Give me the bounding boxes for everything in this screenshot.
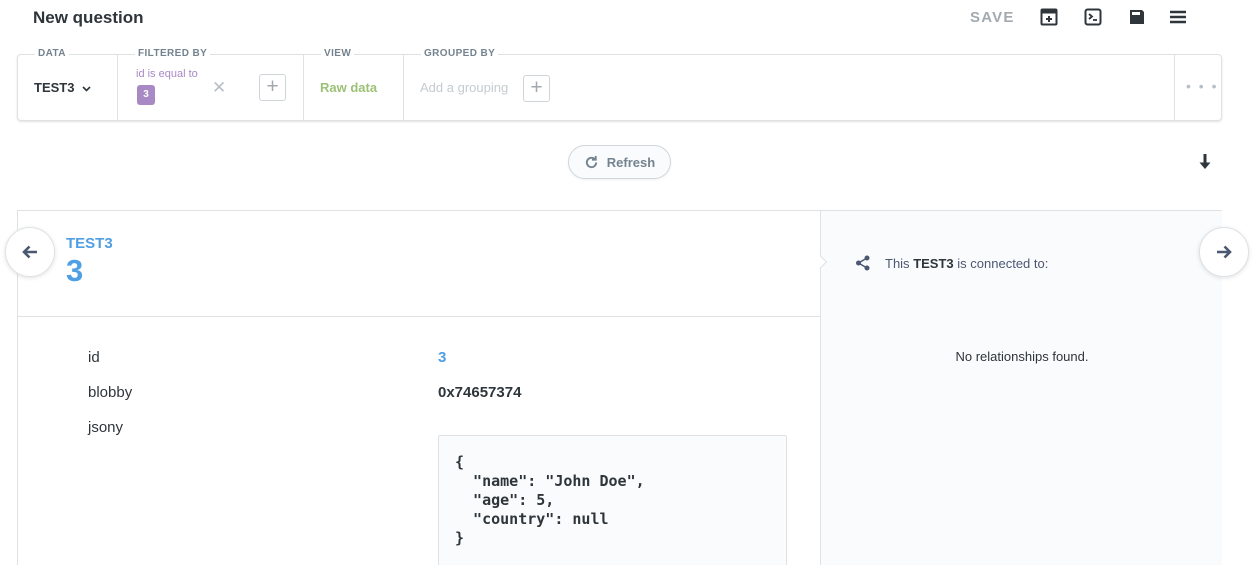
grouping-section-label: GROUPED BY — [421, 48, 499, 59]
add-grouping-link[interactable]: Add a grouping — [420, 80, 508, 95]
refresh-icon — [585, 155, 597, 168]
data-source-label: TEST3 — [34, 80, 75, 95]
download-icon[interactable] — [1197, 152, 1213, 177]
data-source-select[interactable]: TEST3 — [34, 80, 91, 95]
more-options-button[interactable]: • • • — [1186, 78, 1218, 94]
section-divider — [1174, 55, 1175, 120]
section-divider — [117, 55, 118, 120]
no-relationships-message: No relationships found. — [955, 349, 1089, 364]
refresh-button[interactable]: Refresh — [568, 145, 671, 179]
data-section-label: DATA — [35, 48, 69, 59]
relationships-panel: This TEST3 is connected to: No relations… — [820, 211, 1222, 565]
relationships-title: This TEST3 is connected to: — [885, 255, 1049, 271]
field-name-blobby: blobby — [88, 384, 133, 401]
field-value-blobby: 0x74657374 — [438, 384, 522, 401]
chevron-down-icon — [82, 85, 91, 92]
json-value: { "name": "John Doe", "age": 5, "country… — [455, 453, 645, 547]
add-filter-button[interactable]: + — [259, 74, 286, 101]
menu-icon[interactable] — [1168, 7, 1188, 27]
next-record-button[interactable] — [1199, 227, 1249, 277]
entity-table-name: TEST3 — [66, 235, 113, 252]
arrow-left-icon — [22, 245, 37, 259]
previous-record-button[interactable] — [5, 227, 55, 277]
arrow-right-icon — [1217, 245, 1232, 259]
remove-filter-icon[interactable]: ✕ — [212, 78, 226, 98]
section-divider — [403, 55, 404, 120]
add-to-dashboard-icon[interactable] — [1039, 7, 1059, 27]
relationships-header: This TEST3 is connected to: — [855, 255, 1048, 271]
notebook-icon[interactable] — [1127, 7, 1147, 27]
add-grouping-button[interactable]: + — [523, 75, 550, 102]
filter-description[interactable]: id is equal to — [136, 68, 198, 80]
view-section-label: VIEW — [321, 48, 355, 59]
json-value-box: { "name": "John Doe", "age": 5, "country… — [438, 435, 787, 565]
refresh-label: Refresh — [606, 154, 656, 170]
object-detail-card: TEST3 3 id 3 blobby 0x74657374 jsony { "… — [17, 210, 1222, 565]
entity-id: 3 — [66, 253, 84, 288]
field-value-id[interactable]: 3 — [438, 349, 446, 366]
field-name-id: id — [88, 349, 100, 366]
field-name-jsony: jsony — [88, 419, 124, 436]
save-button[interactable]: SAVE — [970, 9, 1015, 26]
connections-icon — [856, 255, 870, 271]
page-title: New question — [33, 8, 144, 27]
query-builder: DATA FILTERED BY VIEW GROUPED BY TEST3 i… — [17, 48, 1222, 121]
filter-value-badge[interactable]: 3 — [137, 85, 155, 105]
section-divider — [303, 55, 304, 120]
embed-icon[interactable] — [1083, 7, 1103, 27]
filter-section-label: FILTERED BY — [135, 48, 211, 59]
view-select[interactable]: Raw data — [320, 80, 377, 95]
